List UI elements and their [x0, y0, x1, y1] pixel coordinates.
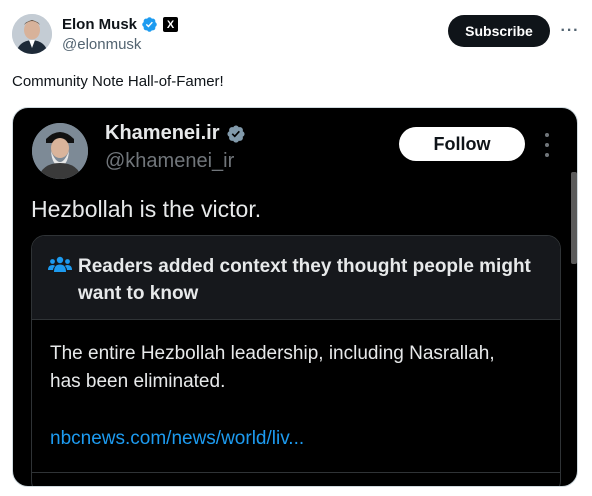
author-handle[interactable]: @elonmusk: [62, 36, 141, 53]
more-options-icon[interactable]: ···: [560, 21, 580, 41]
scrollbar: [571, 172, 577, 264]
author-name[interactable]: Elon Musk: [62, 16, 137, 33]
embedded-name-row: Khamenei.ir: [105, 122, 246, 145]
vertical-more-icon: [541, 133, 553, 157]
community-note-header: Readers added context they thought peopl…: [32, 236, 560, 320]
follow-button: Follow: [399, 127, 525, 161]
gray-verified-badge-icon: [227, 124, 246, 143]
embedded-author-name: Khamenei.ir: [105, 122, 220, 144]
tweet-text: Community Note Hall-of-Famer!: [12, 73, 224, 90]
community-note-title: Readers added context they thought peopl…: [78, 256, 531, 304]
embedded-screenshot[interactable]: Khamenei.ir @khamenei_ir Follow Hezbolla…: [12, 107, 578, 487]
embedded-author-handle: @khamenei_ir: [105, 150, 235, 172]
subscribe-button[interactable]: Subscribe: [448, 15, 550, 47]
author-avatar[interactable]: [12, 14, 52, 54]
community-note: Readers added context they thought peopl…: [31, 235, 561, 486]
divider: [32, 472, 560, 473]
embedded-post-text: Hezbollah is the victor.: [31, 196, 262, 222]
tweet-header: Elon Musk X @elonmusk Subscribe ···: [12, 14, 580, 58]
x-affiliate-icon: X: [163, 17, 179, 32]
embedded-author-avatar: [32, 123, 88, 179]
community-note-body: The entire Hezbollah leadership, includi…: [50, 343, 495, 392]
community-note-link: nbcnews.com/news/world/liv...: [50, 428, 305, 449]
verified-badge-icon: [142, 17, 157, 32]
author-name-row: Elon Musk X: [62, 16, 179, 33]
people-group-icon: [48, 256, 72, 272]
